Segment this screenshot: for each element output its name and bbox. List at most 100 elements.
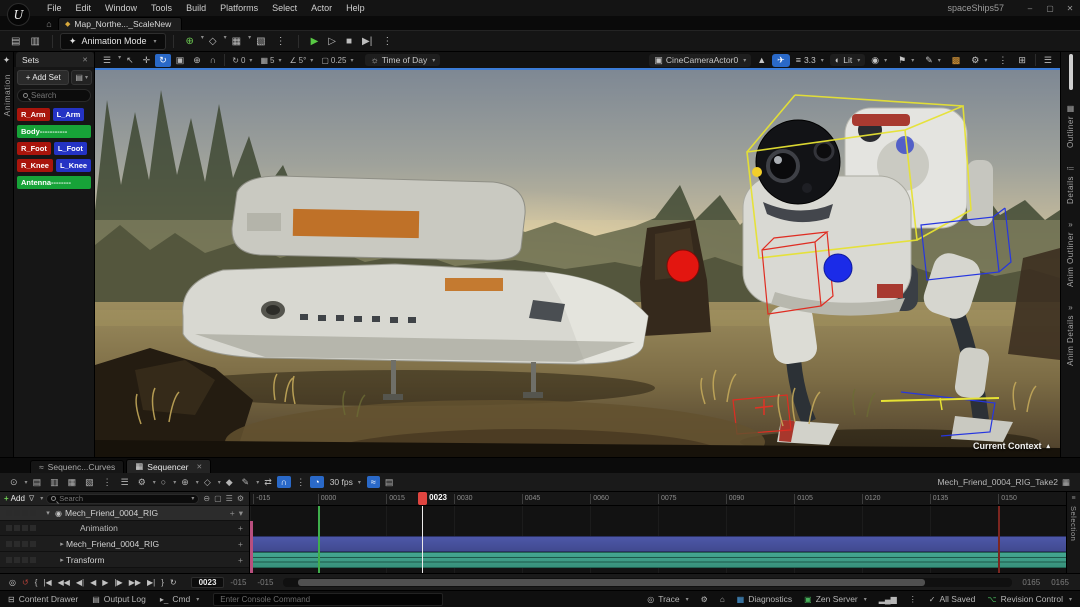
close-button[interactable]: ✕ xyxy=(1060,4,1080,13)
scrollbar-thumb[interactable] xyxy=(298,579,925,586)
scale-snap-button[interactable]: ▢0.25▾ xyxy=(318,55,356,66)
select-tool[interactable]: ↖ xyxy=(122,54,138,67)
keyframe-options-icon[interactable]: ○ xyxy=(157,476,170,488)
scale-tool[interactable]: ▣ xyxy=(172,54,189,67)
output-log-button[interactable]: ▤Output Log xyxy=(92,594,146,604)
track-toggle-icons[interactable] xyxy=(6,510,12,516)
close-icon[interactable]: ✕ xyxy=(82,56,88,64)
tab-sequencer[interactable]: ▦ Sequencer ✕ xyxy=(126,459,211,473)
console-command-input[interactable]: Enter Console Command xyxy=(213,593,443,606)
menu-actor[interactable]: Actor xyxy=(304,3,339,13)
play-button[interactable]: ▶ xyxy=(306,34,324,49)
add-key-icon[interactable]: ⊕ xyxy=(177,476,193,489)
coordinate-space-icon[interactable]: ⊕ xyxy=(189,54,205,67)
expander-icon[interactable]: ▸ xyxy=(58,540,66,548)
add-icon[interactable]: + xyxy=(238,523,243,533)
prev-key-icon[interactable]: ◀◀ xyxy=(55,578,73,587)
rig-control-red[interactable] xyxy=(667,250,699,282)
play-icon[interactable]: ▶ xyxy=(99,578,111,587)
snap-options-icon[interactable]: ⋮ xyxy=(292,476,309,489)
current-frame-field[interactable]: 0023 xyxy=(191,577,225,588)
working-range-end[interactable]: 0165 xyxy=(1051,578,1069,587)
find-in-browser-icon[interactable]: ▥ xyxy=(46,476,63,489)
add-icon[interactable]: + xyxy=(238,555,243,565)
hierarchy-icon[interactable]: ☰ xyxy=(117,476,133,489)
menu-help[interactable]: Help xyxy=(339,3,372,13)
sets-search-input[interactable]: Search xyxy=(17,89,91,102)
session-icon[interactable]: ⌂ xyxy=(720,595,725,604)
track-row-animation[interactable]: Animation + xyxy=(0,521,249,536)
restore-button[interactable]: ▢ xyxy=(1040,4,1060,13)
pilot-camera-button[interactable]: ▣CineCameraActor0▾ xyxy=(649,54,751,67)
record-icon[interactable]: ↺ xyxy=(19,578,32,587)
save-icon[interactable]: ▤ xyxy=(6,34,25,49)
eject-pilot-icon[interactable]: ▲ xyxy=(752,54,771,66)
pin-icon[interactable]: ✦ xyxy=(3,55,11,66)
maximize-icon[interactable]: ⊞ xyxy=(1013,54,1031,67)
selection-set-rarm[interactable]: R_Arm xyxy=(17,108,50,121)
transform-section[interactable] xyxy=(250,552,1066,568)
viewport-scene[interactable]: Current Context ▴ xyxy=(95,70,1060,457)
kebab-icon[interactable]: ⋮ xyxy=(271,34,291,49)
render-movie-icon[interactable]: ▦ xyxy=(64,476,81,489)
actions-icon[interactable]: ⚙ xyxy=(134,476,150,489)
add-track-button[interactable]: + Add xyxy=(4,494,25,503)
track-row-rig[interactable]: ▾ ◉ Mech_Friend_0004_RIG +▾ xyxy=(0,506,249,521)
add-icon[interactable]: + xyxy=(230,508,235,519)
jump-end-icon[interactable]: ▶| xyxy=(144,578,158,587)
play-options-icon[interactable]: ⋮ xyxy=(377,34,397,49)
camera-track-icon[interactable]: ▢ xyxy=(213,494,223,503)
menu-window[interactable]: Window xyxy=(98,3,144,13)
viewport-settings-icon[interactable]: ⚙▾ xyxy=(966,54,992,67)
menu-build[interactable]: Build xyxy=(179,3,213,13)
all-saved-button[interactable]: ✓All Saved xyxy=(929,594,976,604)
expander-icon[interactable]: ▸ xyxy=(58,556,66,564)
brush-icon[interactable]: ✎▾ xyxy=(920,54,946,67)
set-presets-button[interactable]: ▤ ▾ xyxy=(71,70,92,85)
chevron-down-icon[interactable]: ▾ xyxy=(239,508,243,519)
sequence-name[interactable]: Mech_Friend_0004_RIG_Take2 ▦ xyxy=(937,477,1074,488)
playback-info-icon[interactable]: ◎ xyxy=(6,578,19,587)
current-context-button[interactable]: Current Context ▴ xyxy=(973,441,1050,451)
track-toggle-icons[interactable] xyxy=(6,541,12,547)
track-row-transform[interactable]: ▸ Transform + xyxy=(0,552,249,568)
view-modes-icon[interactable]: ◉▾ xyxy=(866,54,892,67)
editor-mode-select[interactable]: ✦ Animation Mode ▾ xyxy=(60,33,166,50)
track-search-input[interactable]: Search ▾ xyxy=(46,494,199,504)
menu-platforms[interactable]: Platforms xyxy=(213,3,265,13)
playhead-marker[interactable] xyxy=(418,492,427,505)
track-toggle-icons[interactable] xyxy=(6,525,12,531)
jump-start-icon[interactable]: |◀ xyxy=(40,578,54,587)
tab-anim-outliner[interactable]: »Anim Outliner xyxy=(1066,220,1075,287)
add-icon[interactable]: + xyxy=(238,539,243,549)
zen-server-button[interactable]: ▣Zen Server▾ xyxy=(804,594,867,604)
menu-edit[interactable]: Edit xyxy=(69,3,99,13)
minimize-button[interactable]: – xyxy=(1020,4,1040,13)
add-actor-icon[interactable]: ⊕ xyxy=(181,34,199,49)
grid-snap-button[interactable]: ▦5▾ xyxy=(257,55,284,66)
viewport-layout-icon[interactable]: ☰ xyxy=(1040,54,1056,67)
expander-icon[interactable]: ▾ xyxy=(44,509,52,517)
retimer-icon[interactable]: ⇄ xyxy=(260,476,276,489)
working-range-start[interactable]: -015 xyxy=(230,578,246,587)
frame-skip-button[interactable]: ▷ xyxy=(323,34,341,49)
tab-details[interactable]: ≔Details xyxy=(1066,164,1075,204)
list-view-icon[interactable]: ☰ xyxy=(225,494,234,503)
subscene-section[interactable] xyxy=(250,536,1066,552)
rotate-tool[interactable]: ↻ xyxy=(155,54,171,67)
loop-icon[interactable]: ↻ xyxy=(167,578,180,587)
playback-options-icon[interactable]: ◇ xyxy=(200,476,215,489)
content-browser-icon[interactable]: ▥ xyxy=(25,34,44,49)
insights-icon[interactable]: ⚙ xyxy=(701,595,708,604)
create-camera-icon[interactable]: ▧ xyxy=(81,476,98,489)
pilot-toggle-icon[interactable]: ✈ xyxy=(772,54,790,67)
viewport-options-icon[interactable]: ☰ xyxy=(99,54,115,67)
close-icon[interactable]: ✕ xyxy=(196,463,202,471)
selection-set-lfoot[interactable]: L_Foot xyxy=(54,142,87,155)
set-start-icon[interactable]: { xyxy=(32,578,41,587)
jump-end-button[interactable]: ▶| xyxy=(357,34,377,49)
home-icon[interactable]: ⌂ xyxy=(40,19,58,29)
save-icon[interactable]: ▤ xyxy=(29,476,46,489)
selection-set-body[interactable]: Body----------- xyxy=(17,125,91,138)
view-range-end[interactable]: 0165 xyxy=(1022,578,1040,587)
